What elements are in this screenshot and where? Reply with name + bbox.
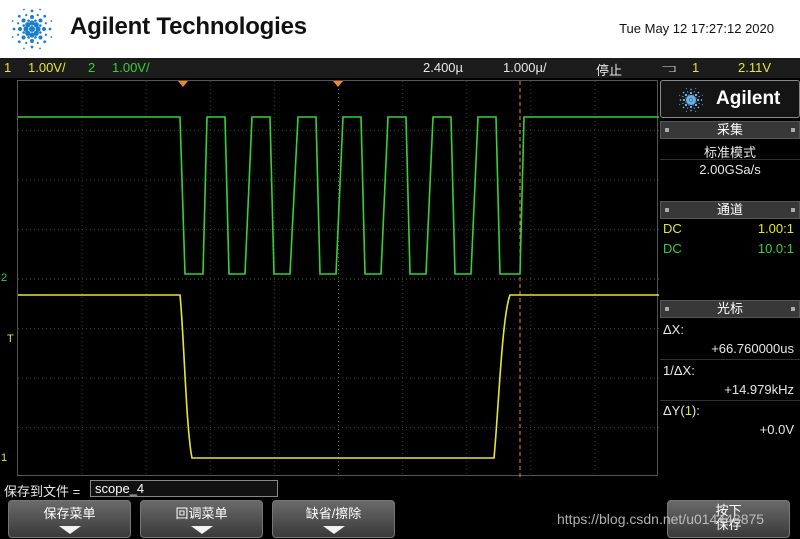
status-bar: 1 1.00V/ 2 1.00V/ 2.400µ 1.000µ/ 停止 ⫎ 1 … [0, 58, 800, 78]
agilent-spark-icon [11, 8, 53, 50]
save-menu-button[interactable]: 保存菜单 [8, 500, 131, 538]
arrow-down-icon [58, 526, 81, 534]
cursor-inv-dx-row: 1/ΔX: +14.979kHz [660, 361, 800, 401]
save-to-file-label: 保存到文件 = [4, 484, 81, 499]
ch1-ground-marker[interactable]: 1 [1, 452, 7, 464]
dx-value: +66.760000us [711, 341, 794, 356]
panel-brand: Agilent [716, 88, 781, 109]
time-scale[interactable]: 1.000µ/ [503, 60, 547, 75]
ch2-waveform [18, 116, 659, 275]
agilent-spark-small-icon [679, 88, 703, 112]
cursor-header[interactable]: 光标 [660, 300, 800, 318]
datetime: Tue May 12 17:27:12 2020 [619, 21, 774, 36]
sample-rate: 2.00GSa/s [699, 162, 761, 177]
default-erase-button[interactable]: 缺省/擦除 [272, 500, 395, 538]
ch1-number[interactable]: 1 [4, 60, 11, 75]
watermark-url: https://blog.csdn.net/u014448875 [557, 511, 765, 527]
header-bar: Agilent Technologies Tue May 12 17:27:12… [0, 0, 800, 58]
default-erase-label: 缺省/擦除 [305, 506, 362, 521]
ch2-number[interactable]: 2 [88, 60, 95, 75]
ch2-ground-marker[interactable]: 2 [1, 272, 7, 284]
channel-title: 通道 [716, 202, 743, 217]
recall-menu-button[interactable]: 回调菜单 [140, 500, 263, 538]
trigger-level-marker[interactable]: T [7, 333, 14, 345]
acquire-header[interactable]: 采集 [660, 121, 800, 139]
acquire-title: 采集 [716, 122, 743, 137]
cursor-dx-row: ΔX: +66.760000us [660, 320, 800, 360]
acquire-rate-row: 2.00GSa/s [660, 160, 800, 180]
dy-value: +0.0V [759, 422, 794, 437]
acquire-mode: 标准模式 [703, 145, 756, 160]
brand-title: Agilent Technologies [70, 13, 307, 40]
delay-marker[interactable] [333, 81, 343, 87]
dy-label: ΔY(1): [663, 403, 700, 418]
ch2-scale[interactable]: 1.00V/ [112, 60, 150, 75]
ch1-probe: 1.00:1 [757, 221, 794, 236]
info-panel: Agilent 采集 标准模式 2.00GSa/s 通道 DC 1.00:1 D… [660, 80, 800, 476]
time-delay[interactable]: 2.400µ [423, 60, 463, 75]
waveform-graticule [18, 81, 659, 477]
waveform-display[interactable] [17, 80, 659, 477]
ch1-scale[interactable]: 1.00V/ [28, 60, 66, 75]
channel-row-1: DC 1.00:1 [660, 219, 800, 239]
inv-dx-value: +14.979kHz [724, 382, 794, 397]
save-menu-label: 保存菜单 [43, 506, 96, 521]
cursor-title: 光标 [716, 301, 743, 316]
run-state[interactable]: 停止 [596, 60, 622, 79]
ch1-coupling: DC [663, 221, 682, 236]
dx-label: ΔX: [663, 322, 684, 337]
trigger-slope-icon: ⫎ [662, 60, 676, 75]
channel-row-2: DC 10.0:1 [660, 239, 800, 259]
cursor-dy-row: ΔY(1): +0.0V [660, 401, 800, 441]
arrow-down-icon [190, 526, 213, 534]
trigger-level[interactable]: 2.11V [738, 60, 771, 75]
panel-logo: Agilent [660, 80, 800, 118]
time-reference-marker[interactable] [178, 81, 188, 87]
ch2-probe: 10.0:1 [757, 241, 794, 256]
ch2-coupling: DC [663, 241, 682, 256]
trigger-source[interactable]: 1 [692, 60, 699, 75]
save-bar: 保存到文件 = scope_4 [0, 479, 800, 499]
filename-field[interactable]: scope_4 [90, 480, 278, 497]
channel-header[interactable]: 通道 [660, 201, 800, 219]
arrow-down-icon [322, 526, 345, 534]
inv-dx-label: 1/ΔX: [663, 363, 695, 378]
recall-menu-label: 回调菜单 [175, 506, 228, 521]
acquire-mode-row: 标准模式 [660, 140, 800, 160]
